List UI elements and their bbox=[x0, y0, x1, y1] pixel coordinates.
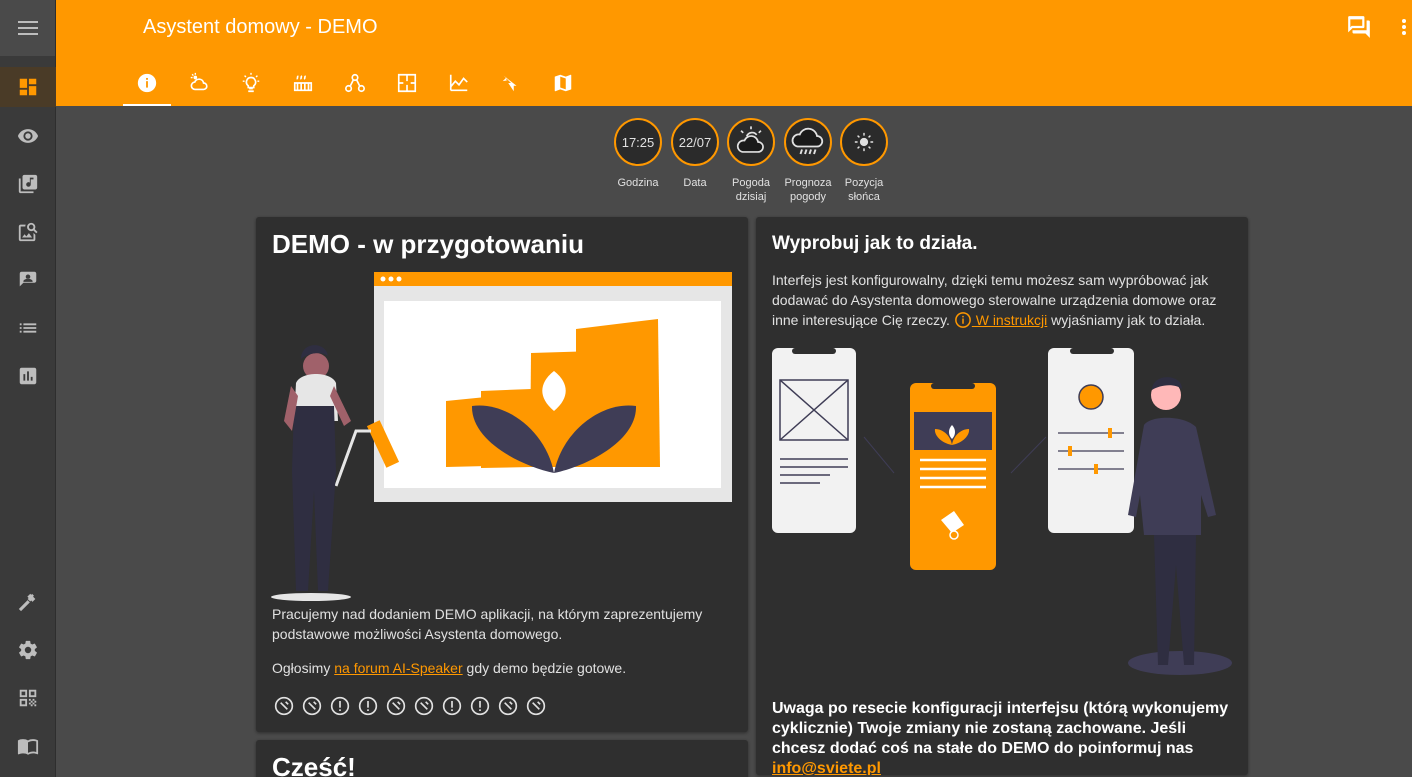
tab-energy[interactable] bbox=[487, 60, 535, 106]
status-icon-row bbox=[272, 694, 548, 718]
weather-icon bbox=[190, 72, 208, 91]
chat-icon bbox=[1348, 16, 1370, 38]
wrench-circle-icon[interactable] bbox=[524, 694, 548, 718]
alert-circle-icon[interactable] bbox=[440, 694, 464, 718]
more-vertical-icon bbox=[1402, 19, 1406, 35]
sidebar bbox=[0, 0, 56, 777]
sidebar-item-account[interactable] bbox=[0, 260, 56, 300]
list-icon bbox=[19, 323, 37, 333]
qr-code-icon bbox=[19, 689, 37, 707]
sidebar-item-stats[interactable] bbox=[0, 356, 56, 396]
map-icon bbox=[554, 74, 572, 92]
wrench-circle-icon[interactable] bbox=[412, 694, 436, 718]
badge-label: Prognoza pogody bbox=[784, 177, 832, 203]
badge-value: 22/07 bbox=[671, 118, 719, 166]
tab-heating[interactable] bbox=[279, 60, 327, 106]
card-demo: DEMO - w przygotowaniu Pracujemy nad dod… bbox=[256, 217, 748, 732]
hamburger-icon bbox=[17, 21, 38, 35]
tab-info[interactable] bbox=[123, 60, 171, 106]
tab-network[interactable] bbox=[331, 60, 379, 106]
card-title: Wyprobuj jak to działa. bbox=[772, 233, 978, 254]
wrench-circle-icon[interactable] bbox=[272, 694, 296, 718]
wrench-circle-icon[interactable] bbox=[300, 694, 324, 718]
badge-label: Pozycja słońca bbox=[844, 177, 884, 203]
badge-value bbox=[727, 118, 775, 166]
sun-icon bbox=[854, 132, 874, 152]
sidebar-item-list[interactable] bbox=[0, 308, 56, 348]
radiator-icon bbox=[293, 75, 313, 92]
tab-lights[interactable] bbox=[227, 60, 275, 106]
card-title: DEMO - w przygotowaniu bbox=[272, 229, 584, 259]
badge-label: Pogoda dzisiaj bbox=[732, 177, 770, 203]
book-icon bbox=[17, 739, 39, 755]
floorplan-icon bbox=[397, 73, 417, 93]
account-box-icon bbox=[19, 271, 37, 287]
badge-weather-today[interactable]: Pogoda dzisiaj bbox=[726, 118, 776, 204]
badge-value bbox=[840, 118, 888, 166]
instructions-link[interactable]: W instrukcji bbox=[972, 312, 1048, 328]
alert-circle-icon[interactable] bbox=[328, 694, 352, 718]
illustration-phones bbox=[772, 348, 1232, 675]
page-title: Asystent domowy - DEMO bbox=[143, 16, 378, 38]
info-outline-icon bbox=[954, 312, 971, 328]
config-paragraph: Interfejs jest konfigurowalny, dzięki te… bbox=[772, 270, 1234, 330]
sidebar-item-book[interactable] bbox=[0, 726, 56, 766]
more-button[interactable] bbox=[1401, 14, 1412, 40]
sidebar-item-tools[interactable] bbox=[0, 582, 56, 622]
illustration-painting bbox=[271, 272, 732, 601]
rainy-icon bbox=[791, 127, 824, 155]
badge-time[interactable]: 17:25 Godzina bbox=[613, 118, 663, 190]
sidebar-item-overview[interactable] bbox=[0, 67, 56, 107]
image-search-icon bbox=[18, 222, 38, 242]
sidebar-item-music[interactable] bbox=[0, 164, 56, 204]
warning-paragraph: Uwaga po resecie konfiguracji interfejsu… bbox=[772, 699, 1234, 775]
sidebar-item-settings[interactable] bbox=[0, 630, 56, 670]
badge-sun-position[interactable]: Pozycja słońca bbox=[839, 118, 889, 204]
tab-floorplan[interactable] bbox=[383, 60, 431, 106]
lightbulb-icon bbox=[242, 72, 260, 93]
dashboard-icon bbox=[19, 78, 37, 96]
tab-charts[interactable] bbox=[435, 60, 483, 106]
card-hello: Cześć! bbox=[256, 740, 748, 777]
chart-area-icon bbox=[449, 74, 468, 92]
menu-button[interactable] bbox=[0, 0, 55, 56]
hammer-icon bbox=[18, 593, 36, 612]
tab-map[interactable] bbox=[539, 60, 587, 106]
app-header: Asystent domowy - DEMO bbox=[56, 0, 1412, 106]
badge-date[interactable]: 22/07 Data bbox=[670, 118, 720, 190]
card-try-it: Wyprobuj jak to działa. Interfejs jest k… bbox=[756, 217, 1248, 775]
sidebar-item-qr[interactable] bbox=[0, 678, 56, 718]
gear-icon bbox=[19, 640, 37, 660]
sidebar-item-gallery[interactable] bbox=[0, 212, 56, 252]
forum-link[interactable]: na forum AI-Speaker bbox=[334, 660, 462, 676]
card-title: Cześć! bbox=[272, 752, 356, 777]
wrench-circle-icon[interactable] bbox=[496, 694, 520, 718]
sidebar-item-view[interactable] bbox=[0, 116, 56, 156]
tab-weather[interactable] bbox=[175, 60, 223, 106]
badge-label: Data bbox=[683, 177, 707, 189]
announce-paragraph: Ogłosimy na forum AI-Speaker gdy demo bę… bbox=[272, 658, 732, 678]
power-icon bbox=[502, 75, 517, 92]
eye-icon bbox=[17, 129, 39, 143]
alert-circle-icon[interactable] bbox=[468, 694, 492, 718]
badge-forecast[interactable]: Prognoza pogody bbox=[783, 118, 833, 204]
alert-circle-icon[interactable] bbox=[356, 694, 380, 718]
network-icon bbox=[345, 73, 365, 93]
partly-cloudy-icon bbox=[736, 126, 764, 153]
bar-chart-icon bbox=[19, 367, 37, 385]
badge-value bbox=[784, 118, 832, 166]
warning-text: Uwaga po resecie konfiguracji interfejsu… bbox=[772, 700, 1229, 757]
badge-label: Godzina bbox=[617, 177, 659, 189]
config-text-after: wyjaśniamy jak to działa. bbox=[1047, 312, 1206, 328]
conversation-button[interactable] bbox=[1346, 14, 1372, 40]
wrench-circle-icon[interactable] bbox=[384, 694, 408, 718]
intro-paragraph: Pracujemy nad dodaniem DEMO aplikacji, n… bbox=[272, 606, 703, 642]
info-icon bbox=[137, 73, 157, 93]
email-link[interactable]: info@sviete.pl bbox=[772, 760, 881, 775]
badge-value: 17:25 bbox=[614, 118, 662, 166]
announce-text-before: Ogłosimy bbox=[272, 660, 335, 676]
announce-text-after: gdy demo będzie gotowe. bbox=[462, 660, 627, 676]
music-library-icon bbox=[18, 174, 38, 194]
